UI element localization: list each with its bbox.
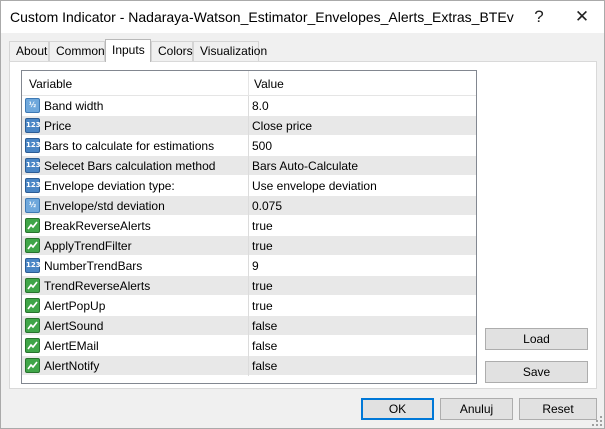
variable-name: AlertNotify — [44, 359, 100, 373]
reset-button[interactable]: Reset — [519, 398, 597, 420]
variable-name: ApplyTrendFilter — [44, 239, 132, 253]
grid-row[interactable]: 123 Bars to calculate for estimations 500 — [22, 136, 476, 156]
grid-row[interactable]: AlertSound false — [22, 316, 476, 336]
bool-type-icon — [25, 278, 40, 293]
int-type-icon: 123 — [25, 258, 41, 273]
grid-row[interactable]: AlertNotify false — [22, 356, 476, 376]
window-title: Custom Indicator - Nadaraya-Watson_Estim… — [10, 9, 514, 25]
double-type-icon: ½ — [25, 98, 40, 113]
help-button[interactable]: ? — [517, 1, 561, 33]
variable-value[interactable]: Use envelope deviation — [252, 179, 377, 193]
cell-divider — [248, 356, 249, 376]
cell-divider — [248, 176, 249, 196]
cell-divider — [248, 116, 249, 136]
bool-type-icon — [25, 298, 40, 313]
int-type-icon: 123 — [25, 158, 41, 173]
ok-button[interactable]: OK — [361, 398, 434, 420]
inputs-grid: Variable Value ½ Band width 8.0 123 Price Clo… — [21, 70, 477, 384]
tab-visualization[interactable]: Visualization — [193, 41, 267, 61]
variable-name: Selecet Bars calculation method — [44, 159, 216, 173]
grid-header: Variable Value — [22, 71, 476, 96]
column-header-value[interactable]: Value — [254, 77, 284, 91]
variable-name: BreakReverseAlerts — [44, 219, 151, 233]
variable-value[interactable]: true — [252, 299, 273, 313]
cell-divider — [248, 156, 249, 176]
bool-type-icon — [25, 338, 40, 353]
grid-row[interactable]: 123 NumberTrendBars 9 — [22, 256, 476, 276]
grid-row[interactable]: 123 Selecet Bars calculation method Bars A… — [22, 156, 476, 176]
variable-name: AlertEMail — [44, 339, 99, 353]
grid-row[interactable]: TrendReverseAlerts true — [22, 276, 476, 296]
cell-divider — [248, 96, 249, 116]
variable-value[interactable]: 9 — [252, 259, 259, 273]
variable-value[interactable]: true — [252, 239, 273, 253]
variable-value[interactable]: Bars Auto-Calculate — [252, 159, 358, 173]
column-header-variable[interactable]: Variable — [29, 77, 72, 91]
resize-grip-icon[interactable] — [592, 416, 602, 426]
cell-divider — [248, 276, 249, 296]
cell-divider — [248, 216, 249, 236]
variable-value[interactable]: Close price — [252, 119, 312, 133]
variable-name: AlertPopUp — [44, 299, 106, 313]
variable-name: Bars to calculate for estimations — [44, 139, 215, 153]
cell-divider — [248, 196, 249, 216]
grid-rows: ½ Band width 8.0 123 Price Close price 123 Bars… — [22, 96, 476, 376]
cancel-button[interactable]: Anuluj — [440, 398, 513, 420]
tab-colors[interactable]: Colors — [151, 41, 193, 61]
variable-value[interactable]: 500 — [252, 139, 272, 153]
bool-type-icon — [25, 238, 40, 253]
dialog-window: Custom Indicator - Nadaraya-Watson_Estim… — [0, 0, 605, 429]
cell-divider — [248, 296, 249, 316]
variable-name: NumberTrendBars — [44, 259, 143, 273]
save-button[interactable]: Save — [485, 361, 588, 383]
variable-value[interactable]: true — [252, 279, 273, 293]
variable-name: Price — [44, 119, 72, 133]
tab-common[interactable]: Common — [49, 41, 105, 61]
int-type-icon: 123 — [25, 138, 41, 153]
bool-type-icon — [25, 358, 40, 373]
grid-row[interactable]: ½ Band width 8.0 — [22, 96, 476, 116]
variable-name: TrendReverseAlerts — [44, 279, 151, 293]
title-bar: Custom Indicator - Nadaraya-Watson_Estim… — [1, 1, 604, 33]
grid-row[interactable]: 123 Price Close price — [22, 116, 476, 136]
variable-name: Band width — [44, 99, 104, 113]
variable-name: Envelope deviation type: — [44, 179, 175, 193]
int-type-icon: 123 — [25, 178, 41, 193]
load-button[interactable]: Load — [485, 328, 588, 350]
grid-row[interactable]: ApplyTrendFilter true — [22, 236, 476, 256]
int-type-icon: 123 — [25, 118, 41, 133]
variable-value[interactable]: 0.075 — [252, 199, 282, 213]
cell-divider — [248, 336, 249, 356]
cell-divider — [248, 316, 249, 336]
variable-value[interactable]: 8.0 — [252, 99, 269, 113]
cell-divider — [248, 236, 249, 256]
variable-name: AlertSound — [44, 319, 104, 333]
grid-row[interactable]: AlertEMail false — [22, 336, 476, 356]
tab-about[interactable]: About — [9, 41, 49, 61]
bool-type-icon — [25, 318, 40, 333]
cell-divider — [248, 256, 249, 276]
grid-row[interactable]: BreakReverseAlerts true — [22, 216, 476, 236]
close-button[interactable]: ✕ — [560, 1, 604, 33]
tab-inputs[interactable]: Inputs — [105, 39, 151, 62]
variable-value[interactable]: true — [252, 219, 273, 233]
bool-type-icon — [25, 218, 40, 233]
variable-value[interactable]: false — [252, 319, 277, 333]
grid-row[interactable]: ½ Envelope/std deviation 0.075 — [22, 196, 476, 216]
variable-value[interactable]: false — [252, 359, 277, 373]
variable-name: Envelope/std deviation — [44, 199, 165, 213]
grid-row[interactable]: AlertPopUp true — [22, 296, 476, 316]
grid-row[interactable]: 123 Envelope deviation type: Use envelope … — [22, 176, 476, 196]
double-type-icon: ½ — [25, 198, 40, 213]
cell-divider — [248, 136, 249, 156]
column-divider[interactable] — [248, 71, 249, 96]
variable-value[interactable]: false — [252, 339, 277, 353]
